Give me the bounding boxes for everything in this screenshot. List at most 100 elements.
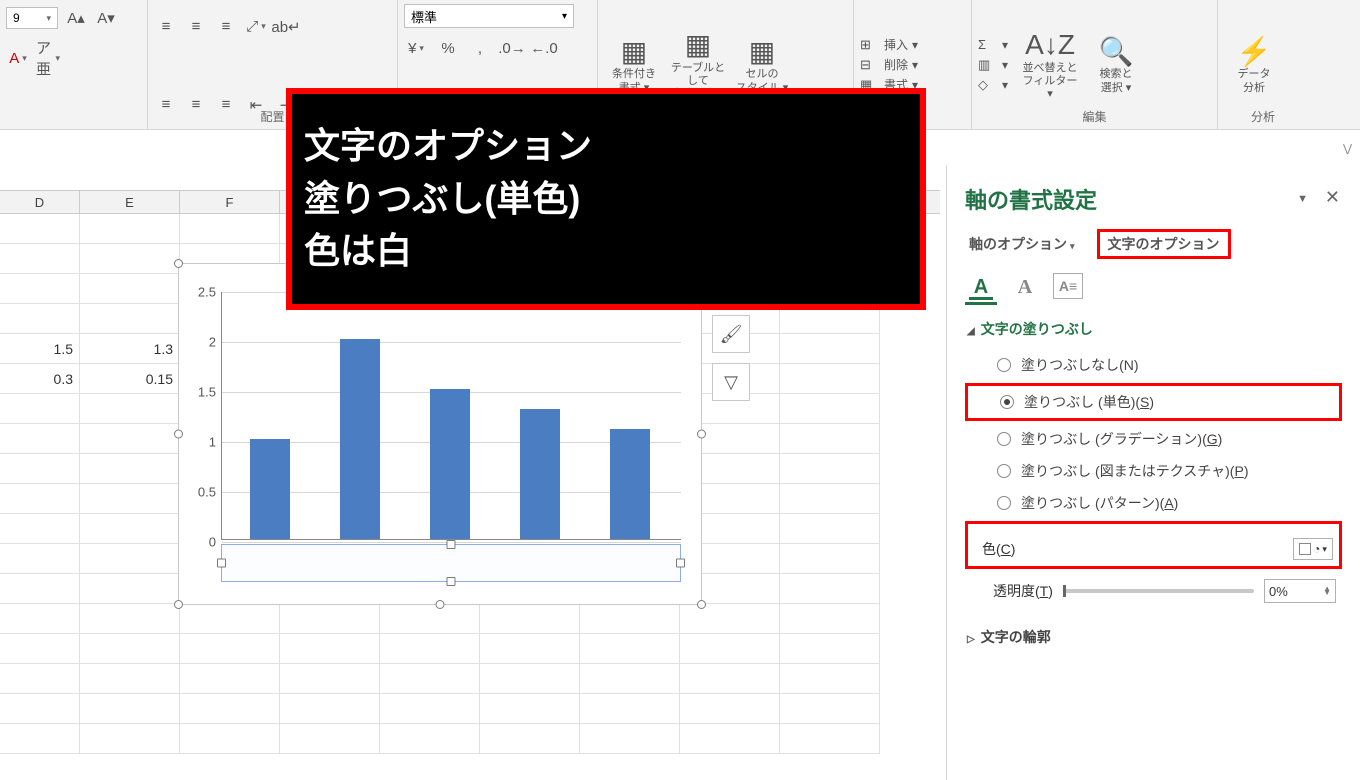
chart-handle[interactable] — [697, 430, 706, 439]
bar[interactable] — [250, 439, 290, 539]
text-effects-tab-icon[interactable]: A — [1009, 273, 1041, 305]
increase-font-icon[interactable]: A▴ — [64, 6, 88, 30]
handle-top[interactable] — [447, 540, 456, 549]
handle-bottom[interactable] — [447, 577, 456, 586]
fill-button[interactable]: ▥▾ — [978, 56, 1008, 76]
bar[interactable] — [520, 409, 560, 539]
y-tick: 0 — [209, 535, 222, 550]
chart-handle[interactable] — [174, 430, 183, 439]
insert-icon: ⊞ — [860, 36, 880, 56]
wrap-text-icon[interactable]: ab↵ — [274, 15, 298, 39]
handle-right[interactable] — [676, 559, 685, 568]
font-size-input[interactable]: 9▾ — [6, 7, 58, 29]
y-tick: 2 — [209, 335, 222, 350]
transparency-row: 透明度(T) 0%▲▼ — [965, 571, 1342, 609]
section-text-outline[interactable]: 文字の輪郭 — [967, 627, 1342, 647]
sort-filter-button[interactable]: A↓Z並べ替えと フィルター ▾ — [1020, 30, 1080, 102]
insert-cells-button[interactable]: ⊞挿入 ▾ — [860, 36, 918, 56]
x-axis-selection[interactable] — [221, 544, 681, 582]
align-middle-icon[interactable]: ≡ — [184, 15, 208, 39]
fill-icon: ▥ — [978, 56, 998, 76]
section-text-fill[interactable]: 文字の塗りつぶし — [967, 319, 1342, 339]
clear-button[interactable]: ◇▾ — [978, 76, 1008, 96]
delete-icon: ⊟ — [860, 56, 880, 76]
cell-styles-button[interactable]: ▦セルの スタイル ▾ — [732, 36, 792, 94]
group-label-analysis: 分析 — [1218, 108, 1308, 125]
radio-fill-gradient[interactable]: 塗りつぶし (グラデーション)(G) — [965, 423, 1342, 455]
find-select-button[interactable]: 🔍検索と 選択 ▾ — [1086, 36, 1146, 94]
color-picker-button[interactable]: ◔▾ — [1293, 538, 1333, 560]
cell-style-icon: ▦ — [749, 36, 775, 66]
y-tick: 0.5 — [198, 485, 222, 500]
font-size-value: 9 — [13, 11, 20, 25]
text-fill-tab-icon[interactable]: A — [965, 273, 997, 305]
sort-icon: A↓Z — [1025, 30, 1075, 60]
cell-e[interactable]: 1.3 — [80, 334, 180, 364]
radio-fill-solid[interactable]: 塗りつぶし (単色)(S) — [968, 386, 1339, 418]
col-header-e[interactable]: E — [80, 191, 180, 213]
percent-format-icon[interactable]: % — [436, 36, 460, 60]
pane-close-icon[interactable]: ✕ — [1325, 187, 1340, 208]
chart-handle[interactable] — [697, 600, 706, 609]
y-tick: 1.5 — [198, 385, 222, 400]
bar[interactable] — [430, 389, 470, 539]
chart-handle[interactable] — [436, 600, 445, 609]
pane-menu-icon[interactable]: ▼ — [1297, 193, 1308, 205]
plot-area[interactable]: 00.511.522.5 — [221, 292, 681, 540]
collapse-ribbon-icon[interactable]: ⋁ — [1343, 142, 1352, 155]
data-analysis-button[interactable]: ⚡データ 分析 — [1224, 36, 1284, 94]
radio-fill-none[interactable]: 塗りつぶしなし(N) — [965, 349, 1342, 381]
embedded-chart[interactable]: 00.511.522.5 — [178, 263, 702, 605]
spinner-icon[interactable]: ▲▼ — [1323, 587, 1331, 595]
chart-handle[interactable] — [174, 600, 183, 609]
y-tick: 2.5 — [198, 285, 222, 300]
number-format-value: 標準 — [411, 7, 437, 26]
cell-d[interactable]: 1.5 — [0, 334, 80, 364]
bar[interactable] — [340, 339, 380, 539]
cond-format-button[interactable]: ▦条件付き 書式 ▾ — [604, 36, 664, 94]
chart-handle[interactable] — [174, 259, 183, 268]
col-header-d[interactable]: D — [0, 191, 80, 213]
align-bottom-icon[interactable]: ≡ — [214, 15, 238, 39]
number-format-select[interactable]: 標準▾ — [404, 4, 574, 28]
format-axis-pane: 軸の書式設定 ▼ ✕ 軸のオプション 文字のオプション A A A≡ 文字の塗り… — [946, 165, 1360, 780]
transparency-label: 透明度(T) — [993, 581, 1053, 601]
col-header-f[interactable]: F — [180, 191, 280, 213]
funnel-icon: ▽ — [724, 372, 738, 393]
phonetic-button[interactable]: ア亜 — [36, 46, 60, 70]
eraser-icon: ◇ — [978, 76, 998, 96]
inc-decimal-icon[interactable]: .0→ — [500, 36, 524, 60]
callout-line3: 色は白 — [304, 227, 908, 276]
pane-title: 軸の書式設定 — [965, 183, 1342, 215]
decrease-font-icon[interactable]: A▾ — [94, 6, 118, 30]
sigma-icon: Σ — [978, 36, 998, 56]
tab-text-options[interactable]: 文字のオプション — [1097, 229, 1231, 259]
annotation-callout: 文字のオプション 塗りつぶし(単色) 色は白 — [286, 88, 926, 310]
textbox-tab-icon[interactable]: A≡ — [1053, 273, 1083, 299]
tab-axis-options[interactable]: 軸のオプション — [965, 232, 1079, 256]
radio-fill-picture[interactable]: 塗りつぶし (図またはテクスチャ)(P) — [965, 455, 1342, 487]
cond-format-icon: ▦ — [621, 36, 647, 66]
autosum-button[interactable]: Σ▾ — [978, 36, 1008, 56]
dec-decimal-icon[interactable]: ←.0 — [532, 36, 556, 60]
align-top-icon[interactable]: ≡ — [154, 15, 178, 39]
transparency-input[interactable]: 0%▲▼ — [1264, 579, 1336, 603]
callout-line2: 塗りつぶし(単色) — [304, 175, 908, 224]
paint-icon: ◔ — [1313, 542, 1320, 556]
color-label: 色(C) — [982, 539, 1015, 559]
handle-left[interactable] — [217, 559, 226, 568]
font-color-button[interactable]: A — [6, 46, 30, 70]
chart-filter-button[interactable]: ▽ — [712, 363, 750, 401]
radio-fill-pattern[interactable]: 塗りつぶし (パターン)(A) — [965, 487, 1342, 519]
chart-floating-tools: 🖌 ▽ — [712, 315, 750, 401]
comma-format-icon[interactable]: , — [468, 36, 492, 60]
transparency-slider[interactable] — [1063, 589, 1254, 593]
bar[interactable] — [610, 429, 650, 539]
chart-style-button[interactable]: 🖌 — [712, 315, 750, 353]
cell-d2[interactable]: 0.3 — [0, 364, 80, 394]
orientation-icon[interactable]: ⤢ — [244, 15, 268, 39]
accounting-format-icon[interactable]: ¥ — [404, 36, 428, 60]
cell-e2[interactable]: 0.15 — [80, 364, 180, 394]
delete-cells-button[interactable]: ⊟削除 ▾ — [860, 56, 918, 76]
color-swatch — [1299, 543, 1311, 555]
